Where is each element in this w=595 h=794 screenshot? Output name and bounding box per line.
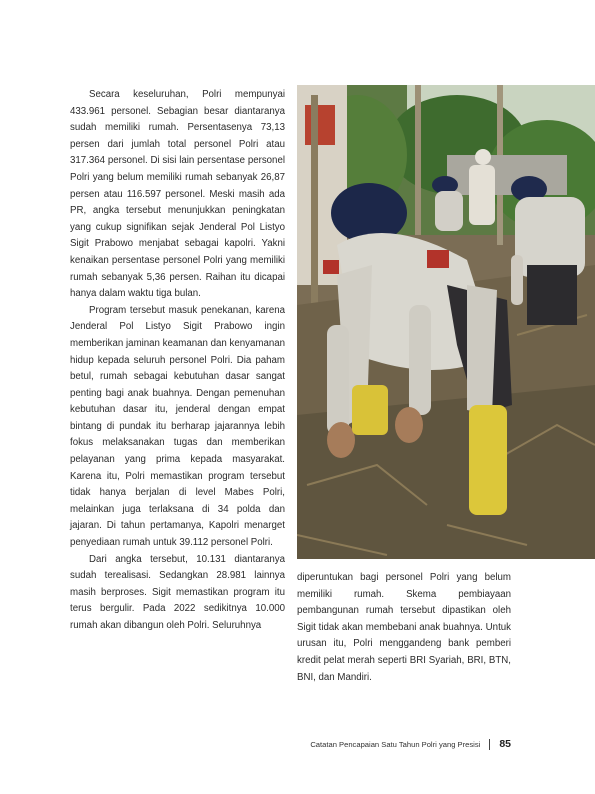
page-footer: Catatan Pencapaian Satu Tahun Polri yang… [310, 738, 511, 750]
body-column-right: diperuntukan bagi personel Polri yang be… [297, 570, 511, 686]
running-title: Catatan Pencapaian Satu Tahun Polri yang… [310, 739, 481, 749]
paragraph-1: Secara keseluruhan, Polri mempunyai 433.… [70, 89, 285, 300]
paragraph-4: diperuntukan bagi personel Polri yang be… [297, 572, 511, 683]
photo-police-cleanup [297, 85, 595, 559]
footer-divider [489, 738, 491, 750]
page-number: 85 [499, 738, 511, 750]
paragraph-2: Program tersebut masuk penekanan, karena… [70, 304, 285, 549]
body-column-left: Secara keseluruhan, Polri mempunyai 433.… [70, 87, 285, 635]
paragraph-3: Dari angka tersebut, 10.131 diantaranya … [70, 553, 285, 631]
